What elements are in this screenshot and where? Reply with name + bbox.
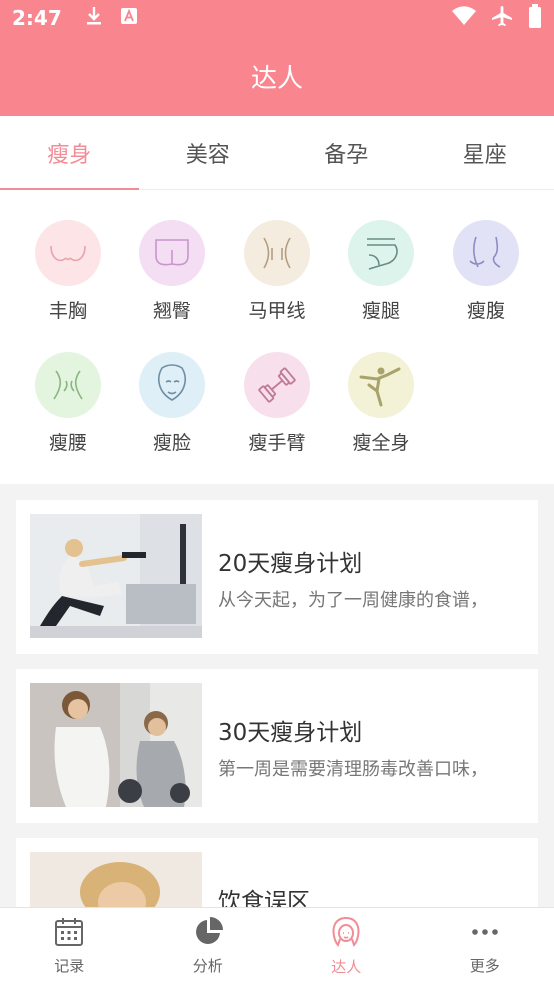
category-grid: 丰胸 翘臀 马甲线 瘦腿 瘦腹 瘦腰 瘦脸 瘦手臂 瘦全身	[0, 190, 554, 484]
category-face[interactable]: 瘦脸	[120, 352, 224, 455]
abs-line-icon	[244, 220, 310, 286]
article-desc: 从今天起，为了一周健康的食谱，	[218, 590, 488, 611]
tab-horoscope[interactable]: 星座	[416, 116, 554, 189]
status-bar: 2:47	[0, 0, 554, 36]
category-belly[interactable]: 瘦腹	[434, 220, 538, 323]
category-abs-line[interactable]: 马甲线	[225, 220, 329, 323]
pie-chart-icon	[193, 916, 223, 951]
airplane-icon	[490, 4, 514, 32]
hip-icon	[139, 220, 205, 286]
nav-expert[interactable]: 达人	[277, 908, 416, 984]
nav-analysis[interactable]: 分析	[139, 908, 278, 984]
page-title: 达人	[250, 63, 303, 94]
face-icon	[139, 352, 205, 418]
tab-pregnancy-prep[interactable]: 备孕	[277, 116, 416, 189]
expert-avatar-icon	[330, 916, 362, 952]
category-breast[interactable]: 丰胸	[16, 220, 120, 323]
category-waist[interactable]: 瘦腰	[16, 352, 120, 455]
category-arm[interactable]: 瘦手臂	[225, 352, 329, 455]
nav-more[interactable]: 更多	[416, 908, 554, 984]
more-dots-icon	[470, 917, 500, 951]
category-leg[interactable]: 瘦腿	[329, 220, 433, 323]
nav-label: 分析	[192, 956, 223, 975]
article-title: 30天瘦身计划	[218, 720, 363, 746]
a-badge-icon	[120, 7, 138, 29]
category-label: 瘦腰	[48, 432, 87, 454]
app-bar: 达人	[0, 36, 554, 116]
download-icon	[84, 5, 104, 31]
bottom-nav: 记录 分析 达人 更多	[0, 907, 554, 984]
battery-icon	[528, 4, 542, 32]
nav-label: 记录	[54, 956, 85, 975]
chest-icon	[35, 220, 101, 286]
nav-record[interactable]: 记录	[0, 908, 139, 984]
category-label: 瘦腿	[361, 300, 400, 322]
status-time: 2:47	[12, 6, 62, 30]
tab-beauty[interactable]: 美容	[139, 116, 278, 189]
category-label: 瘦手臂	[248, 432, 306, 454]
category-label: 瘦腹	[466, 300, 505, 322]
category-label: 翘臀	[152, 300, 191, 322]
yoga-pose-icon	[348, 352, 414, 418]
nav-label: 达人	[331, 957, 362, 976]
article-image-rowing	[30, 514, 202, 638]
article-title: 20天瘦身计划	[218, 551, 363, 577]
tab-slimming[interactable]: 瘦身	[0, 116, 139, 190]
category-label: 瘦全身	[352, 432, 410, 454]
article-desc: 第一周是需要清理肠毒改善口味，	[218, 759, 488, 780]
category-hip[interactable]: 翘臀	[120, 220, 224, 323]
article-card[interactable]: 20天瘦身计划 从今天起，为了一周健康的食谱，	[16, 500, 538, 654]
category-whole-body[interactable]: 瘦全身	[329, 352, 433, 455]
category-label: 丰胸	[48, 300, 87, 322]
article-card[interactable]: 30天瘦身计划 第一周是需要清理肠毒改善口味，	[16, 669, 538, 823]
category-label: 马甲线	[248, 300, 306, 322]
wifi-icon	[452, 6, 476, 30]
article-image-dumbbell	[30, 683, 202, 807]
waist-icon	[35, 352, 101, 418]
category-label: 瘦脸	[152, 432, 191, 454]
dumbbell-icon	[244, 352, 310, 418]
nav-label: 更多	[469, 956, 500, 975]
tab-bar: 瘦身 美容 备孕 星座	[0, 116, 554, 190]
belly-icon	[453, 220, 519, 286]
calendar-icon	[54, 917, 84, 951]
leg-icon	[348, 220, 414, 286]
